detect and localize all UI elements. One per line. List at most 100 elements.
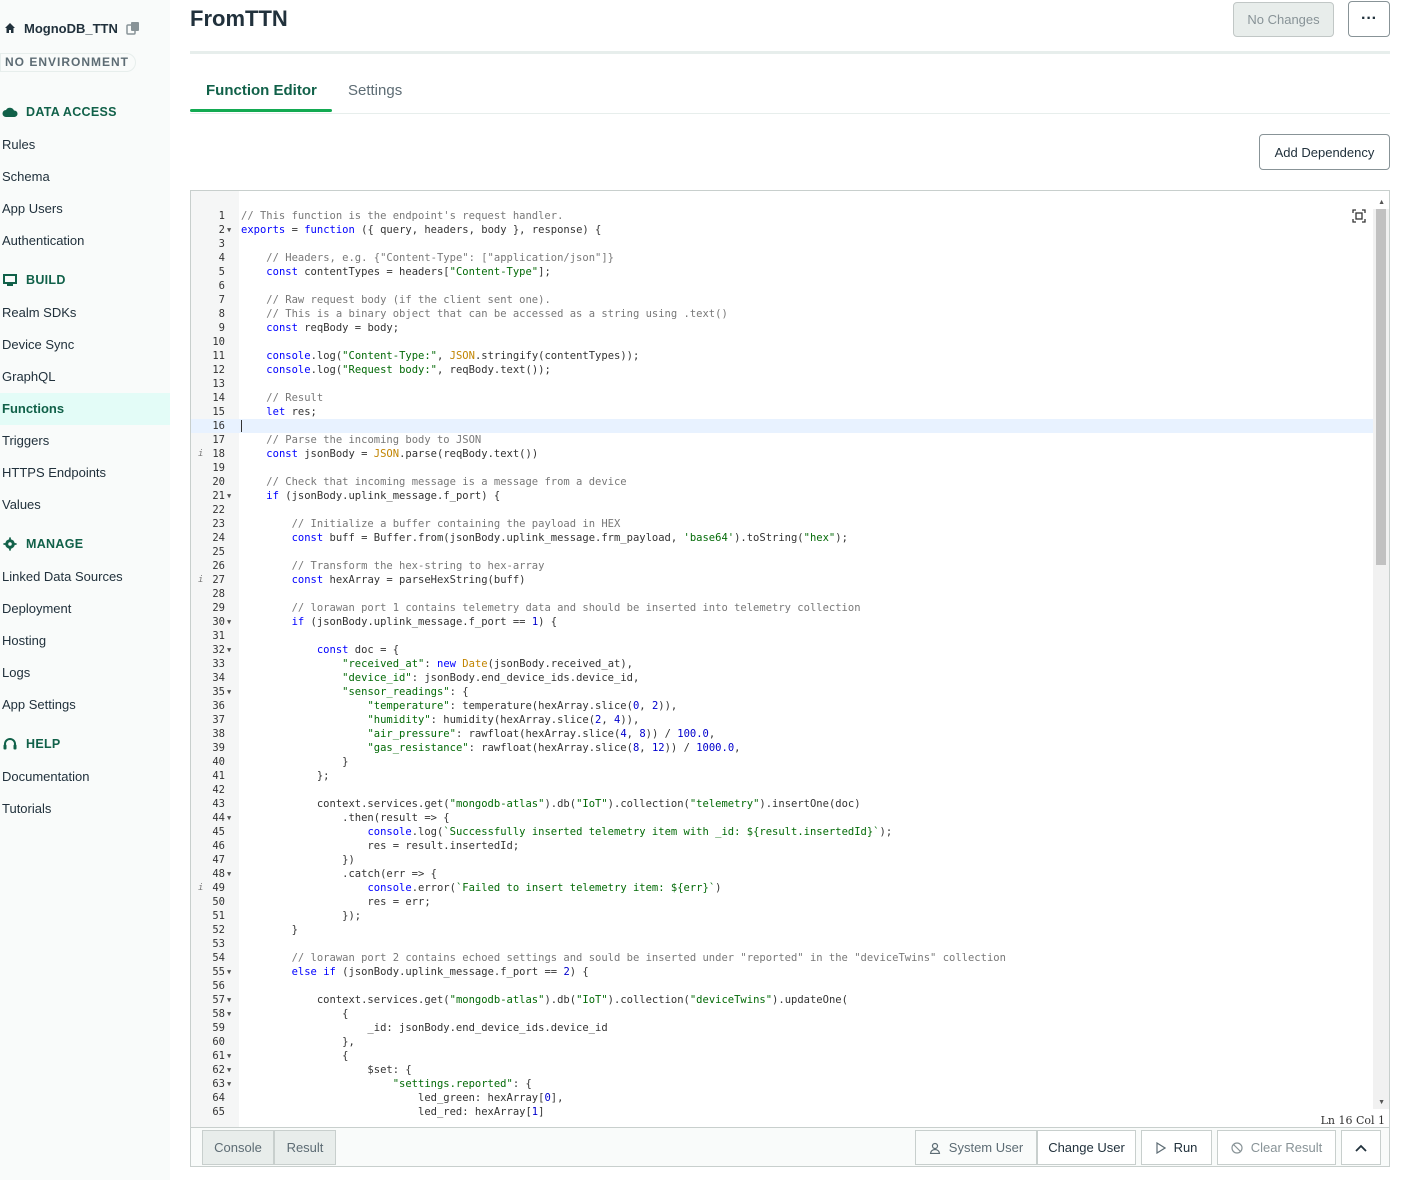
code-line[interactable]: 10 <box>191 335 1375 349</box>
code-line[interactable]: 29 // lorawan port 1 contains telemetry … <box>191 601 1375 615</box>
code-line[interactable]: 64 led_green: hexArray[0], <box>191 1091 1375 1105</box>
sidebar-item-triggers[interactable]: Triggers <box>0 425 170 457</box>
code-line[interactable]: 35 ▼ "sensor_readings": { <box>191 685 1375 699</box>
sidebar-item-authentication[interactable]: Authentication <box>0 225 170 257</box>
code-line[interactable]: 57 ▼ context.services.get("mongodb-atlas"… <box>191 993 1375 1007</box>
fold-arrow-icon[interactable]: ▼ <box>227 1007 231 1021</box>
fold-arrow-icon[interactable]: ▼ <box>227 489 231 503</box>
code-line[interactable]: 53 <box>191 937 1375 951</box>
sidebar-item-values[interactable]: Values <box>0 489 170 521</box>
code-line[interactable]: 44 ▼ .then(result => { <box>191 811 1375 825</box>
code-line[interactable]: 55 ▼ else if (jsonBody.uplink_message.f_p… <box>191 965 1375 979</box>
expand-panel-button[interactable] <box>1341 1130 1381 1165</box>
code-line[interactable]: 40 } <box>191 755 1375 769</box>
fold-arrow-icon[interactable]: ▼ <box>227 1063 231 1077</box>
code-line[interactable]: 33 "received_at": new Date(jsonBody.rece… <box>191 657 1375 671</box>
code-line[interactable]: 30 ▼ if (jsonBody.uplink_message.f_port =… <box>191 615 1375 629</box>
tab-settings[interactable]: Settings <box>348 82 402 99</box>
more-options-button[interactable]: ··· <box>1348 1 1390 37</box>
code-line[interactable]: 41 }; <box>191 769 1375 783</box>
sidebar-item-device-sync[interactable]: Device Sync <box>0 329 170 361</box>
fold-arrow-icon[interactable]: ▼ <box>227 993 231 1007</box>
info-icon[interactable]: i <box>198 447 203 461</box>
scrollbar-thumb[interactable] <box>1376 209 1386 565</box>
code-line[interactable]: 12 console.log("Request body:", reqBody.… <box>191 363 1375 377</box>
code-line[interactable]: 32 ▼ const doc = { <box>191 643 1375 657</box>
fold-arrow-icon[interactable]: ▼ <box>227 1049 231 1063</box>
code-line[interactable]: 42 <box>191 783 1375 797</box>
code-line[interactable]: 2 ▼ exports = function ({ query, headers, … <box>191 223 1375 237</box>
sidebar-item-realm-sdks[interactable]: Realm SDKs <box>0 297 170 329</box>
code-line[interactable]: 19 <box>191 461 1375 475</box>
info-icon[interactable]: i <box>198 573 203 587</box>
sidebar-item-hosting[interactable]: Hosting <box>0 625 170 657</box>
code-line[interactable]: 39 "gas_resistance": rawfloat(hexArray.s… <box>191 741 1375 755</box>
fold-arrow-icon[interactable]: ▼ <box>227 615 231 629</box>
code-line[interactable]: 16 <box>191 419 1375 433</box>
code-line[interactable]: 31 <box>191 629 1375 643</box>
sidebar-item-app-settings[interactable]: App Settings <box>0 689 170 721</box>
code-area[interactable]: 1 // This function is the endpoint's requ… <box>191 209 1375 1119</box>
scroll-down-icon[interactable]: ▼ <box>1378 1099 1385 1106</box>
code-line[interactable]: 47 }) <box>191 853 1375 867</box>
code-line[interactable]: 54 // lorawan port 2 contains echoed set… <box>191 951 1375 965</box>
sidebar-item-functions[interactable]: Functions <box>0 393 170 425</box>
change-user-button[interactable]: Change User <box>1037 1130 1136 1165</box>
code-line[interactable]: 36 "temperature": temperature(hexArray.s… <box>191 699 1375 713</box>
info-icon[interactable]: i <box>198 881 203 895</box>
fold-arrow-icon[interactable]: ▼ <box>227 685 231 699</box>
fold-arrow-icon[interactable]: ▼ <box>227 867 231 881</box>
code-line[interactable]: 38 "air_pressure": rawfloat(hexArray.sli… <box>191 727 1375 741</box>
code-line[interactable]: 65 led_red: hexArray[1] <box>191 1105 1375 1119</box>
sidebar-item-schema[interactable]: Schema <box>0 161 170 193</box>
code-line[interactable]: 62 ▼ $set: { <box>191 1063 1375 1077</box>
code-line[interactable]: 24 const buff = Buffer.from(jsonBody.upl… <box>191 531 1375 545</box>
code-line[interactable]: 20 // Check that incoming message is a m… <box>191 475 1375 489</box>
code-line[interactable]: 25 <box>191 545 1375 559</box>
environment-badge[interactable]: NO ENVIRONMENT <box>0 53 137 72</box>
code-line[interactable]: 51 }); <box>191 909 1375 923</box>
code-line[interactable]: 4 // Headers, e.g. {"Content-Type": ["ap… <box>191 251 1375 265</box>
sidebar-item-tutorials[interactable]: Tutorials <box>0 793 170 825</box>
code-line[interactable]: 26 // Transform the hex-string to hex-ar… <box>191 559 1375 573</box>
scroll-up-icon[interactable]: ▲ <box>1378 199 1385 206</box>
code-line[interactable]: 23 // Initialize a buffer containing the… <box>191 517 1375 531</box>
code-editor[interactable]: 1 // This function is the endpoint's requ… <box>190 190 1390 1128</box>
code-line[interactable]: 60 }, <box>191 1035 1375 1049</box>
code-line[interactable]: 3 <box>191 237 1375 251</box>
code-line[interactable]: 9 const reqBody = body; <box>191 321 1375 335</box>
add-dependency-button[interactable]: Add Dependency <box>1259 134 1390 170</box>
code-line[interactable]: 28 <box>191 587 1375 601</box>
code-line[interactable]: 18 i const jsonBody = JSON.parse(reqBody.… <box>191 447 1375 461</box>
code-line[interactable]: 5 const contentTypes = headers["Content-… <box>191 265 1375 279</box>
code-line[interactable]: 46 res = result.insertedId; <box>191 839 1375 853</box>
fold-arrow-icon[interactable]: ▼ <box>227 811 231 825</box>
sidebar-item-app-users[interactable]: App Users <box>0 193 170 225</box>
fold-arrow-icon[interactable]: ▼ <box>227 1077 231 1091</box>
code-line[interactable]: 34 "device_id": jsonBody.end_device_ids.… <box>191 671 1375 685</box>
clear-result-button[interactable]: Clear Result <box>1217 1130 1336 1165</box>
code-line[interactable]: 48 ▼ .catch(err => { <box>191 867 1375 881</box>
sidebar-item-https-endpoints[interactable]: HTTPS Endpoints <box>0 457 170 489</box>
code-line[interactable]: 49 i console.error(`Failed to insert tele… <box>191 881 1375 895</box>
code-line[interactable]: 52 } <box>191 923 1375 937</box>
no-changes-button[interactable]: No Changes <box>1233 2 1334 37</box>
code-line[interactable]: 22 <box>191 503 1375 517</box>
code-line[interactable]: 21 ▼ if (jsonBody.uplink_message.f_port) … <box>191 489 1375 503</box>
code-line[interactable]: 27 i const hexArray = parseHexString(buff… <box>191 573 1375 587</box>
code-line[interactable]: 14 // Result <box>191 391 1375 405</box>
code-line[interactable]: 56 <box>191 979 1375 993</box>
code-line[interactable]: 6 <box>191 279 1375 293</box>
code-line[interactable]: 63 ▼ "settings.reported": { <box>191 1077 1375 1091</box>
code-line[interactable]: 50 res = err; <box>191 895 1375 909</box>
fold-arrow-icon[interactable]: ▼ <box>227 223 231 237</box>
code-line[interactable]: 37 "humidity": humidity(hexArray.slice(2… <box>191 713 1375 727</box>
sidebar-item-linked-data-sources[interactable]: Linked Data Sources <box>0 561 170 593</box>
fullscreen-icon[interactable] <box>1352 209 1366 223</box>
result-tab[interactable]: Result <box>274 1130 336 1165</box>
tab-function-editor[interactable]: Function Editor <box>206 82 317 99</box>
code-line[interactable]: 7 // Raw request body (if the client sen… <box>191 293 1375 307</box>
code-line[interactable]: 17 // Parse the incoming body to JSON <box>191 433 1375 447</box>
sidebar-item-rules[interactable]: Rules <box>0 129 170 161</box>
code-line[interactable]: 11 console.log("Content-Type:", JSON.str… <box>191 349 1375 363</box>
